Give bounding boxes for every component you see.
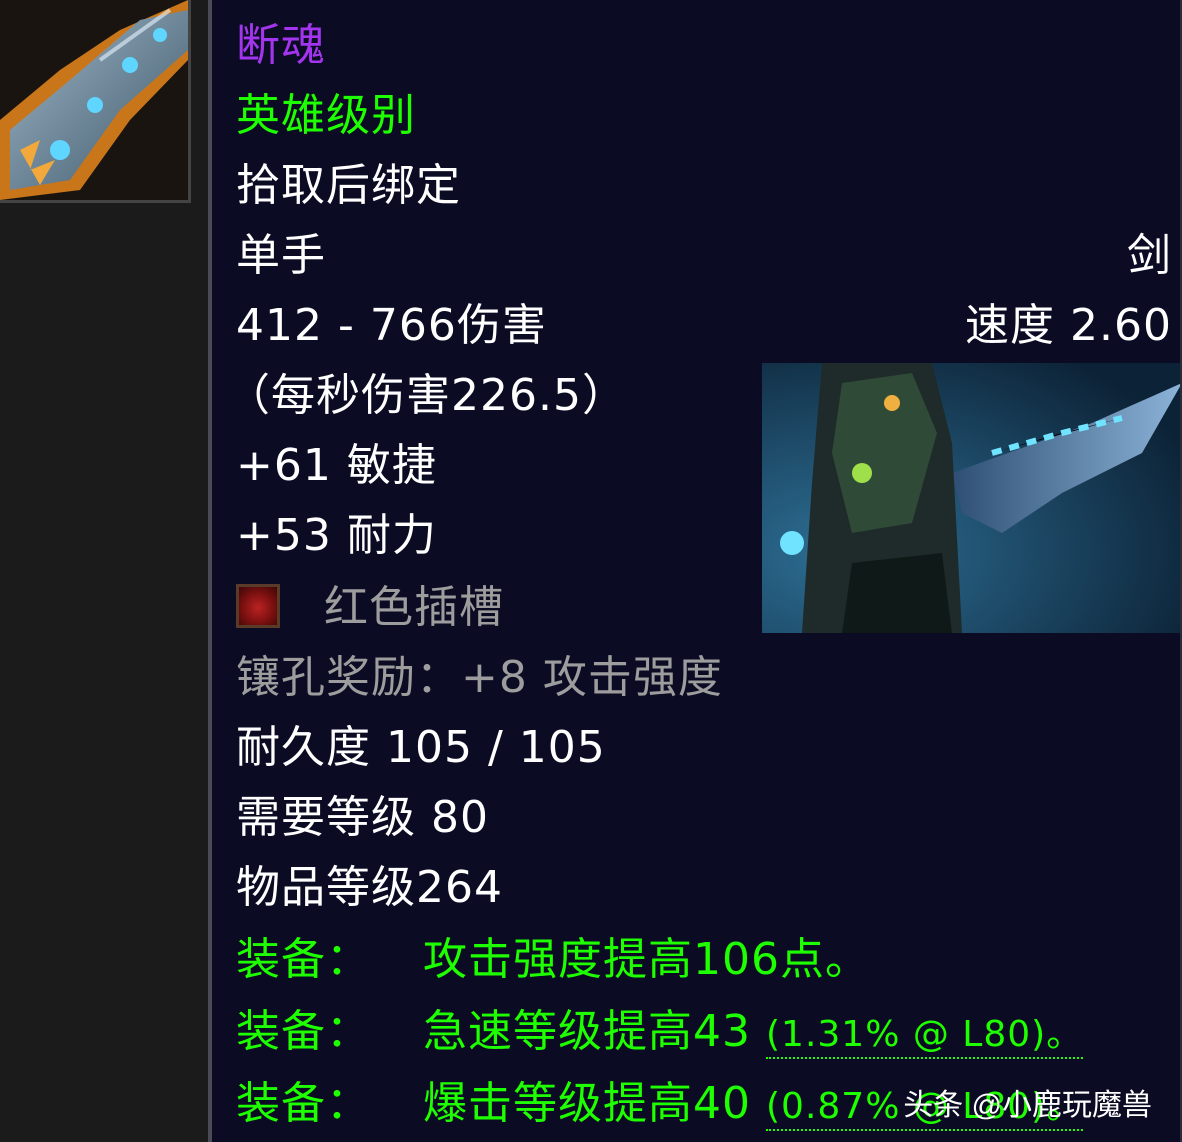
item-binding: 拾取后绑定 [236,160,461,211]
sword-icon [0,0,188,200]
socket-row: 红色插槽 [236,580,504,636]
item-slot: 单手 [236,230,326,281]
equip-label: 装备： [236,1078,371,1129]
red-socket-icon [236,584,280,628]
item-quality: 英雄级别 [236,90,416,141]
equip-text: 爆击等级提高40 [423,1078,751,1129]
equip-effect-2[interactable]: 装备： 急速等级提高43 (1.31% @ L80)。 [236,1004,1084,1063]
item-level: 物品等级264 [236,862,503,913]
stat-agility: +61 敏捷 [236,440,437,491]
durability: 耐久度 105 / 105 [236,722,606,773]
stat-stamina: +53 耐力 [236,510,437,561]
socket-bonus: 镶孔奖励：+8 攻击强度 [236,652,723,703]
item-model-preview [762,363,1182,633]
equip-text: 急速等级提高43 [423,1006,751,1057]
item-speed: 速度 2.60 [965,300,1172,351]
equip-detail: (1.31% @ L80)。 [766,1014,1084,1059]
item-weapon-type: 剑 [1127,230,1172,281]
watermark: 头条 @小鹿玩魔兽 [903,1089,1152,1122]
item-tooltip: 断魂 英雄级别 拾取后绑定 单手 剑 412 - 766伤害 速度 2.60 （… [208,0,1182,1142]
required-level: 需要等级 80 [236,792,489,843]
item-name: 断魂 [236,20,326,71]
socket-label: 红色插槽 [324,582,504,633]
item-damage: 412 - 766伤害 [236,300,547,351]
item-icon[interactable] [0,0,191,203]
equip-label: 装备： [236,1006,371,1057]
equip-label: 装备： [236,934,371,985]
equip-effect-1: 装备： 攻击强度提高106点。 [236,932,870,988]
item-dps: （每秒伤害226.5） [226,370,627,421]
equip-text: 攻击强度提高106点。 [423,934,870,985]
